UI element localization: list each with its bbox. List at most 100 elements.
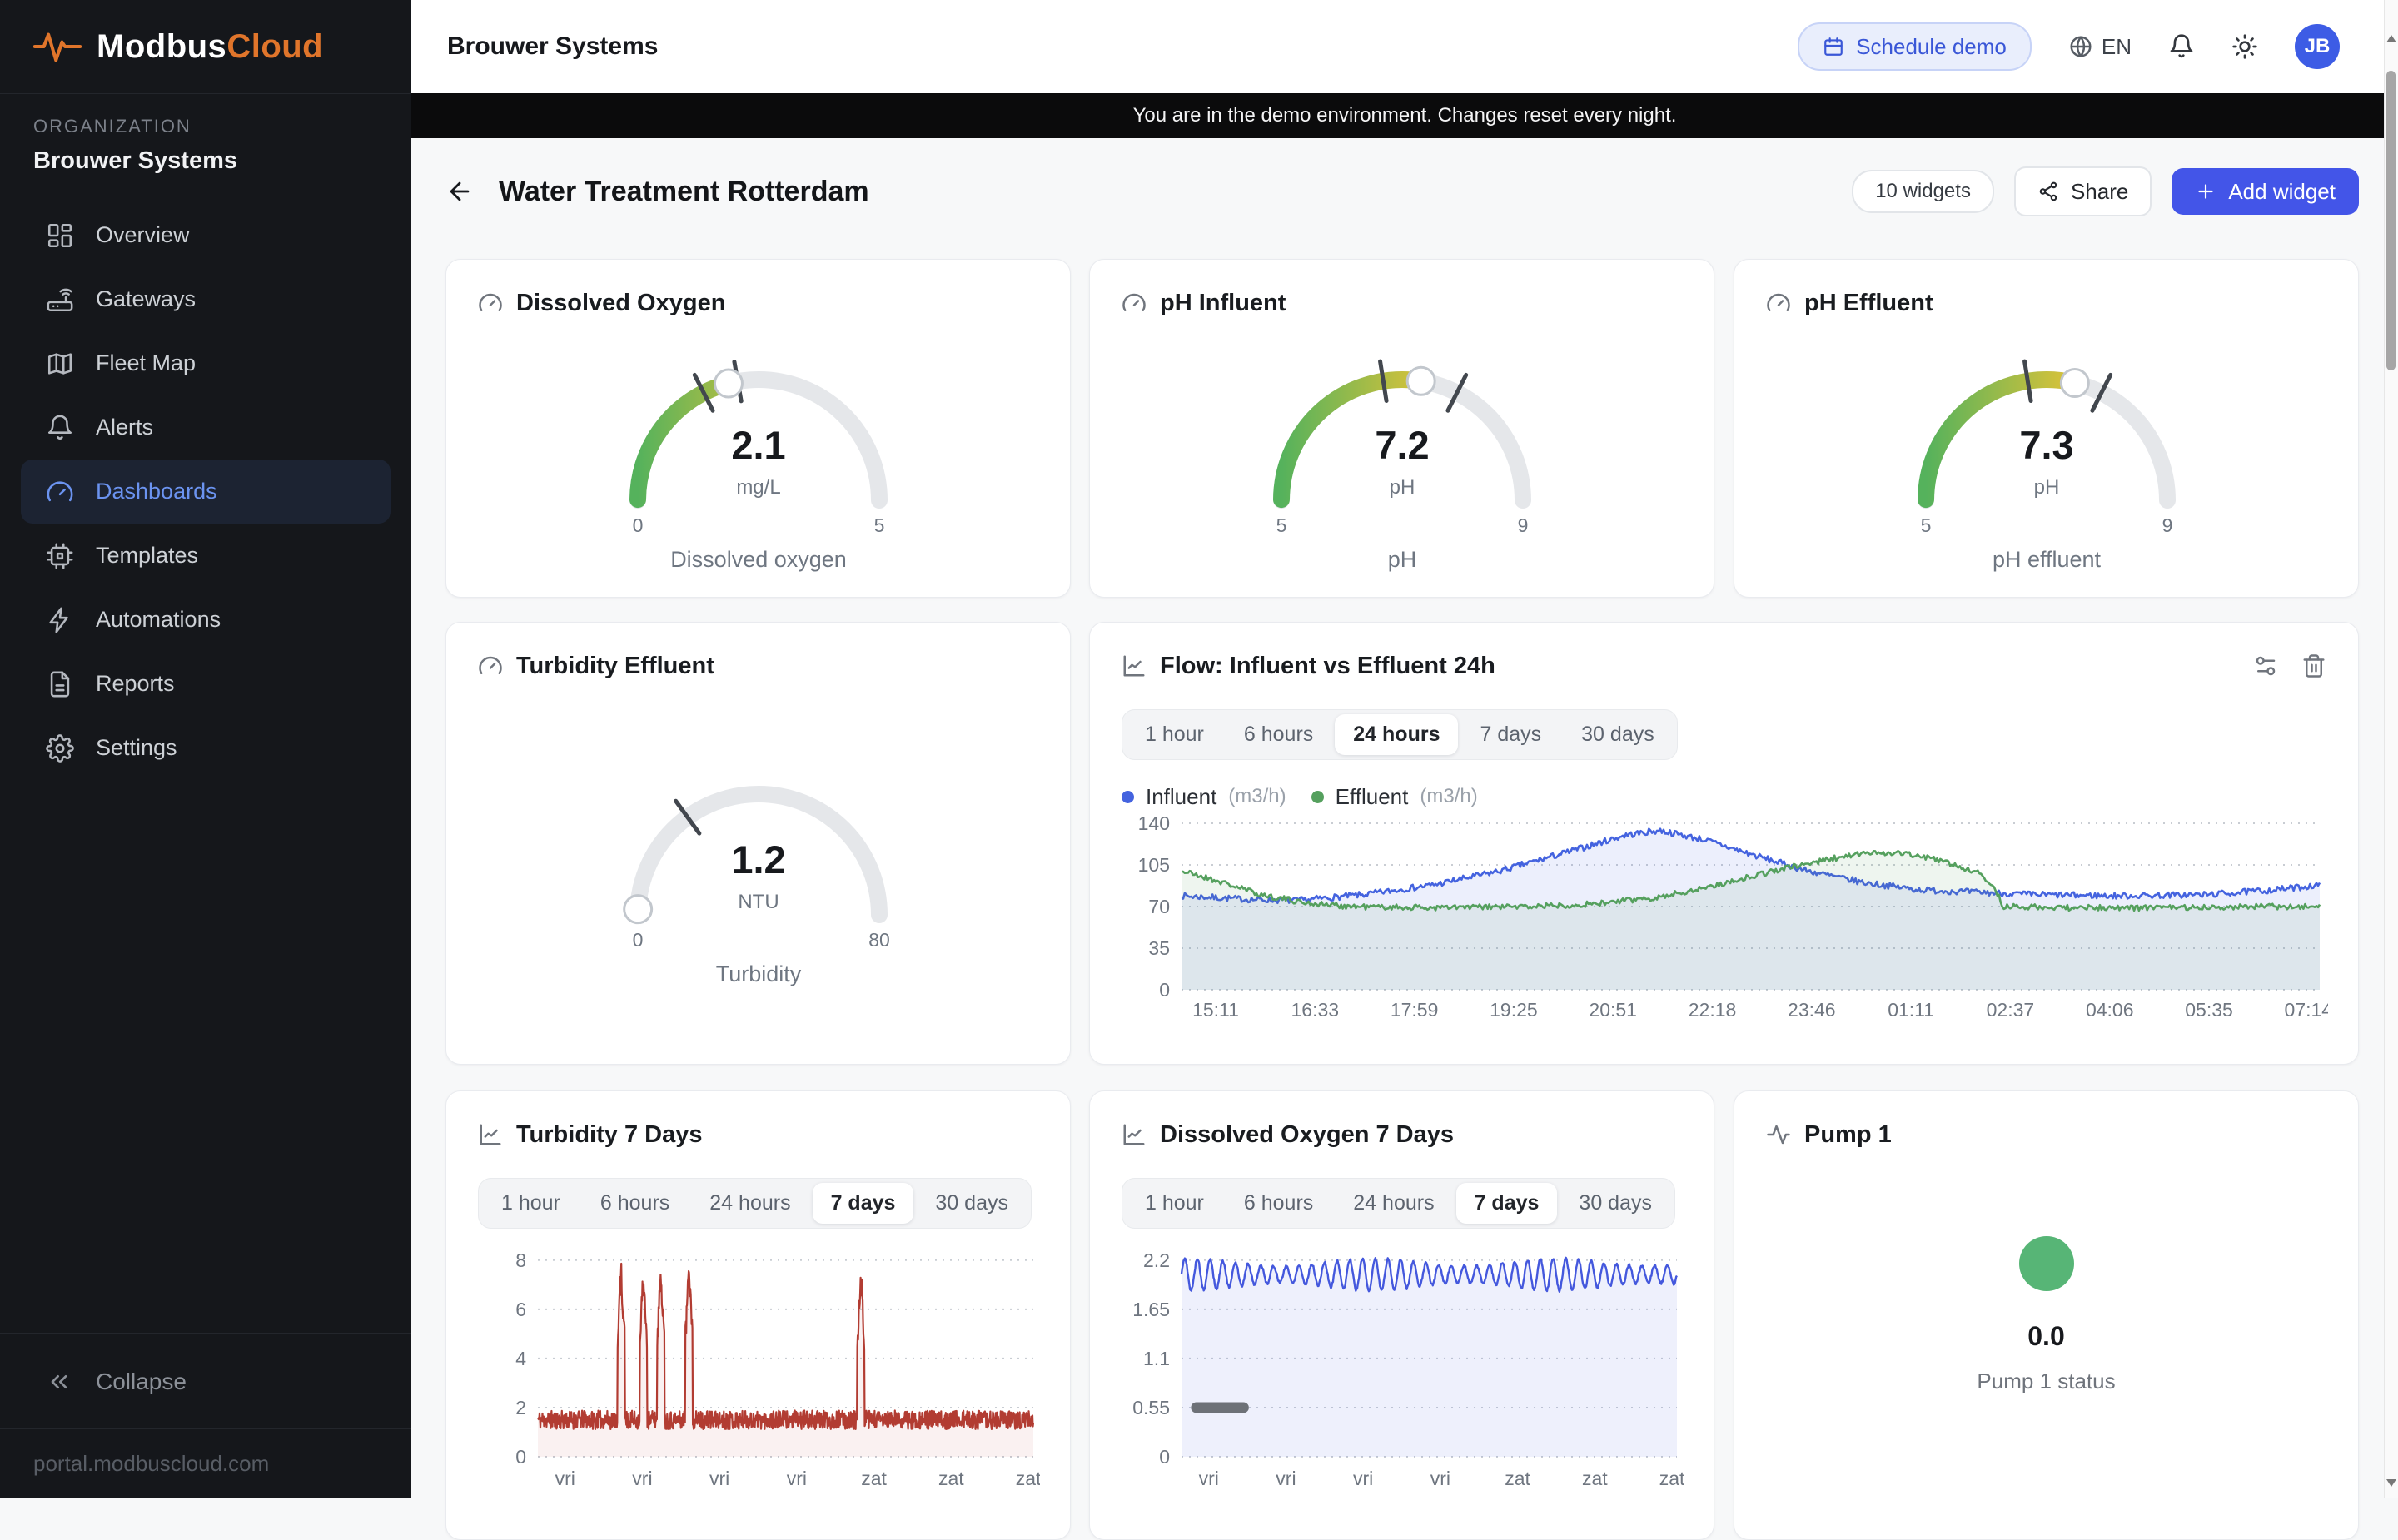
time-range-7-days[interactable]: 7 days [1456,1183,1558,1224]
file-icon [46,670,74,698]
widget-header: pH Effluent [1766,288,2326,318]
scrollbar-up-arrow[interactable] [2386,35,2396,42]
time-range-7-days[interactable]: 7 days [813,1183,914,1224]
time-range-24-hours[interactable]: 24 hours [1335,1183,1452,1224]
back-button[interactable] [445,173,482,210]
svg-text:0: 0 [1159,1446,1170,1468]
time-range-1-hour[interactable]: 1 hour [483,1183,579,1224]
widget-header: Dissolved Oxygen [478,288,1038,318]
legend-dot-influent [1122,791,1134,803]
gauge-icon [478,291,503,315]
time-range-24-hours[interactable]: 24 hours [1335,714,1458,755]
svg-text:mg/L: mg/L [736,476,780,499]
widget-title: Dissolved Oxygen [516,290,725,317]
page-header: Water Treatment Rotterdam 10 widgets Sha… [445,166,2359,216]
svg-text:pH: pH [2033,476,2059,499]
svg-text:pH: pH [1387,547,1416,572]
sidebar-menu: Overview Gateways Fleet Map AlertsDashboard… [0,203,411,780]
widget-header: Flow: Influent vs Effluent 24h [1122,651,2326,681]
widget-title: Turbidity Effluent [516,653,714,680]
sidebar-item-label: Fleet Map [96,350,196,376]
share-label: Share [2071,179,2128,205]
time-range-30-days[interactable]: 30 days [917,1183,1027,1224]
sidebar-item-settings[interactable]: Settings [21,716,391,780]
sidebar-item-reports[interactable]: Reports [21,652,391,716]
page-header-actions: 10 widgets Share Add widget [1852,166,2359,216]
user-avatar[interactable]: JB [2295,24,2340,69]
page-scrollbar[interactable] [2384,0,2398,1498]
time-range-1-hour[interactable]: 1 hour [1127,714,1222,755]
time-range-7-days[interactable]: 7 days [1461,714,1560,755]
pump-label: Pump 1 status [1977,1369,2115,1394]
time-range-6-hours[interactable]: 6 hours [1226,1183,1331,1224]
widget-title: Flow: Influent vs Effluent 24h [1160,653,1495,680]
svg-text:0: 0 [1159,979,1170,1001]
map-icon [46,350,74,378]
time-range-tabs: 1 hour6 hours24 hours7 days30 days [1122,709,1678,760]
theme-toggle-sun-icon[interactable] [2231,33,2258,60]
share-button[interactable]: Share [2014,166,2152,216]
sidebar-item-gateways[interactable]: Gateways [21,267,391,331]
dashboard-grid: Dissolved Oxygen 2.1mg/L05Dissolved oxyg… [445,259,2359,1498]
sidebar-item-alerts[interactable]: Alerts [21,395,391,460]
widget-header: Dissolved Oxygen 7 Days [1122,1120,1682,1150]
pump-value: 0.0 [2027,1321,2064,1352]
main-content: Water Treatment Rotterdam 10 widgets Sha… [411,138,2398,1498]
pump-status-indicator [2019,1236,2074,1291]
widget-title: Dissolved Oxygen 7 Days [1160,1121,1454,1149]
sidebar-item-automations[interactable]: Automations [21,588,391,652]
widget-delete-trash-icon[interactable] [2301,653,2326,678]
scrollbar-thumb[interactable] [2386,71,2396,370]
widget-turbidity-effluent: Turbidity Effluent 1.2NTU080Turbidity [445,622,1071,1065]
sidebar-item-label: Settings [96,735,177,761]
sidebar-item-overview[interactable]: Overview [21,203,391,267]
svg-text:pH effluent: pH effluent [1992,547,2101,572]
svg-text:8: 8 [515,1249,526,1271]
widget-settings-icon[interactable] [2253,653,2278,678]
schedule-demo-button[interactable]: Schedule demo [1798,22,2032,71]
widgets-count-badge: 10 widgets [1852,170,1994,213]
time-range-30-days[interactable]: 30 days [1563,714,1673,755]
sidebar-collapse-button[interactable]: Collapse [0,1333,411,1429]
chart-legend: Influent(m3/h)Effluent(m3/h) [1122,785,2326,808]
sidebar-item-label: Gateways [96,286,196,312]
widget-title: pH Effluent [1804,290,1933,317]
router-icon [46,286,74,314]
notifications-bell-icon[interactable] [2168,33,2195,60]
topbar-title: Brouwer Systems [447,32,658,61]
time-range-tabs: 1 hour6 hours24 hours7 days30 days [478,1178,1032,1229]
brand-logo[interactable]: ModbusCloud [0,0,411,94]
flow-chart: 1401057035015:1116:3317:5919:2520:5122:1… [1122,815,2328,1028]
svg-text:4: 4 [515,1348,526,1369]
add-widget-button[interactable]: Add widget [2172,168,2359,215]
svg-text:02:37: 02:37 [1987,999,2035,1021]
sidebar-item-label: Reports [96,671,175,697]
sidebar-item-label: Templates [96,543,198,569]
chevrons-left-icon [46,1369,72,1395]
svg-text:0: 0 [515,1446,526,1468]
svg-text:pH: pH [1389,476,1415,499]
overview-icon [46,221,74,250]
time-range-24-hours[interactable]: 24 hours [691,1183,808,1224]
widget-title: pH Influent [1160,290,1286,317]
sidebar-item-templates[interactable]: Templates [21,524,391,588]
ph-effluent-gauge: 7.3pH59pH effluent [1855,338,2238,588]
widget-actions [2253,653,2326,678]
widget-title: Pump 1 [1804,1121,1892,1149]
time-range-1-hour[interactable]: 1 hour [1127,1183,1222,1224]
sidebar-item-fleet-map[interactable]: Fleet Map [21,331,391,395]
time-range-6-hours[interactable]: 6 hours [582,1183,688,1224]
language-selector[interactable]: EN [2068,34,2132,60]
language-code: EN [2102,34,2132,60]
organization-block: ORGANIZATION Brouwer Systems [0,94,411,183]
scrollbar-down-arrow[interactable] [2386,1479,2396,1487]
portal-domain-text: portal.modbuscloud.com [33,1451,269,1477]
svg-text:35: 35 [1148,937,1170,959]
svg-text:04:06: 04:06 [2086,999,2134,1021]
time-range-6-hours[interactable]: 6 hours [1226,714,1331,755]
time-range-30-days[interactable]: 30 days [1560,1183,1670,1224]
sidebar-item-dashboards[interactable]: Dashboards [21,460,391,524]
svg-text:6: 6 [515,1299,526,1320]
activity-pulse-icon [1766,1122,1791,1147]
svg-text:2.1: 2.1 [731,423,785,467]
